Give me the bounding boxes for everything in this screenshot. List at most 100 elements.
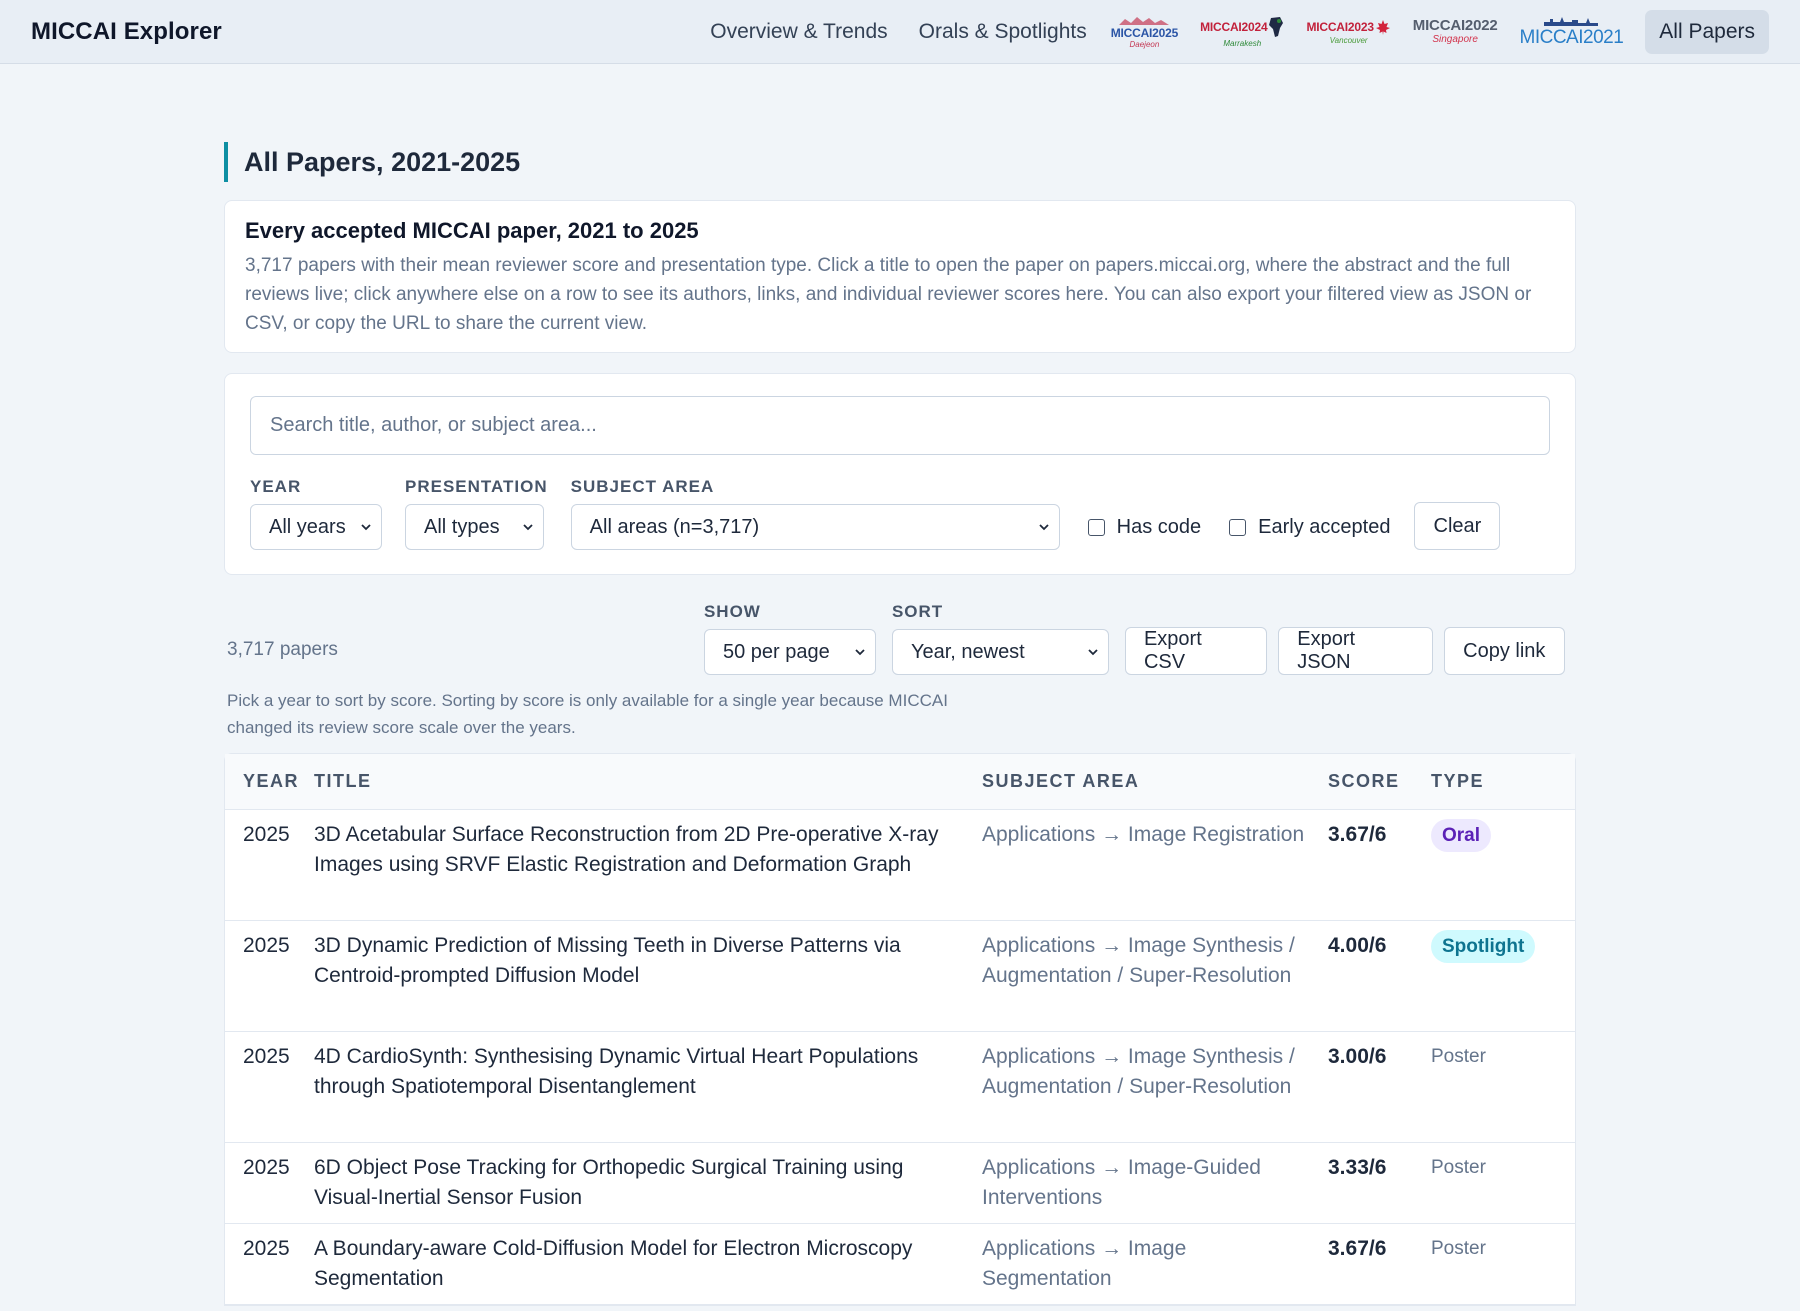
maple-leaf-icon <box>1375 19 1390 35</box>
row-score: 3.67/6 <box>1328 823 1387 846</box>
row-type-cell: Poster <box>1431 1042 1571 1142</box>
filter-row: YEAR All years PRESENTATION All types SU… <box>250 477 1550 550</box>
subject-select[interactable]: All areas (n=3,717) <box>570 504 1060 550</box>
paper-title-link[interactable]: 3D Dynamic Prediction of Missing Teeth i… <box>314 931 982 1031</box>
show-filter: SHOW 50 per page <box>703 602 876 675</box>
paper-title-link[interactable]: 4D CardioSynth: Synthesising Dynamic Vir… <box>314 1042 982 1142</box>
search-input[interactable] <box>250 396 1550 455</box>
col-score-header[interactable]: SCORE <box>1328 771 1431 792</box>
export-csv-button[interactable]: Export CSV <box>1124 627 1268 675</box>
col-subject-header[interactable]: SUBJECT AREA <box>982 771 1328 792</box>
row-score: 3.33/6 <box>1328 1156 1387 1179</box>
row-subject: Applications → Image-Guided Intervention… <box>982 1156 1261 1209</box>
row-year: 2025 <box>243 934 290 957</box>
row-type-cell: Poster <box>1431 1153 1571 1223</box>
logo-2022-text: MICCAI2022 <box>1412 17 1498 34</box>
clear-button[interactable]: Clear <box>1414 502 1501 550</box>
row-subject: Applications → Image Registration <box>982 823 1305 846</box>
presentation-filter-label: PRESENTATION <box>405 477 548 496</box>
sort-label: SORT <box>891 602 944 621</box>
table-header: YEAR TITLE SUBJECT AREA SCORE TYPE <box>225 754 1575 810</box>
year-filter-label: YEAR <box>250 477 302 496</box>
row-score: 4.00/6 <box>1328 934 1387 957</box>
table-row[interactable]: 2025 3D Acetabular Surface Reconstructio… <box>225 810 1575 921</box>
chevron-down-icon <box>855 649 865 656</box>
row-year: 2025 <box>243 823 290 846</box>
year-select[interactable]: All years <box>250 504 382 550</box>
miccai-2023-logo[interactable]: MICCAI2023 Vancouver <box>1306 9 1390 55</box>
row-type-cell: Poster <box>1431 1234 1571 1304</box>
row-type-cell: Spotlight <box>1431 930 1571 1031</box>
logo-2023-sub: Vancouver <box>1329 35 1368 45</box>
poster-label: Poster <box>1431 1238 1486 1259</box>
miccai-2024-logo[interactable]: MICCAI2024 Marrakesh <box>1200 9 1284 55</box>
early-accepted-checkbox[interactable]: Early accepted <box>1229 504 1390 550</box>
miccai-2025-logo[interactable]: MICCAI2025 Daejeon <box>1111 9 1178 55</box>
sort-value: Year, newest <box>910 640 1025 663</box>
subject-filter-label: SUBJECT AREA <box>570 477 715 496</box>
export-json-button[interactable]: Export JSON <box>1278 627 1433 675</box>
sort-note: Pick a year to sort by score. Sorting by… <box>227 691 948 737</box>
nav-links: Overview & Trends Orals & Spotlights MIC… <box>710 0 1769 63</box>
paper-title-link[interactable]: A Boundary-aware Cold-Diffusion Model fo… <box>314 1234 982 1304</box>
subject-select-value: All areas (n=3,717) <box>589 515 760 538</box>
miccai-2021-logo[interactable]: MICCAI2021 <box>1520 9 1624 55</box>
row-subject: Applications → Image Synthesis / Augment… <box>982 934 1295 987</box>
per-page-value: 50 per page <box>722 640 830 663</box>
paper-title-link[interactable]: 3D Acetabular Surface Reconstruction fro… <box>314 820 982 920</box>
nav-all-papers[interactable]: All Papers <box>1645 9 1769 54</box>
checkbox-box[interactable] <box>1087 518 1105 536</box>
presentation-select[interactable]: All types <box>405 504 544 550</box>
row-year: 2025 <box>243 1156 290 1179</box>
col-title-header[interactable]: TITLE <box>314 771 982 792</box>
year-filter: YEAR All years <box>250 477 382 550</box>
chevron-down-icon <box>1088 649 1098 656</box>
has-code-checkbox[interactable]: Has code <box>1087 504 1202 550</box>
sort-select[interactable]: Year, newest <box>891 629 1109 675</box>
logo-2025-sub: Daejeon <box>1129 39 1160 49</box>
sort-filter: SORT Year, newest <box>891 602 1109 675</box>
table-row[interactable]: 2025 6D Object Pose Tracking for Orthope… <box>225 1143 1575 1224</box>
logo-2021-text: MICCAI2021 <box>1519 27 1624 48</box>
africa-map-icon <box>1269 16 1284 37</box>
oral-badge: Oral <box>1431 819 1492 852</box>
intro-card: Every accepted MICCAI paper, 2021 to 202… <box>224 200 1576 353</box>
nav-orals-spotlights[interactable]: Orals & Spotlights <box>919 20 1087 44</box>
row-score: 3.67/6 <box>1328 1237 1387 1260</box>
chevron-down-icon <box>523 524 533 531</box>
row-score: 3.00/6 <box>1328 1045 1387 1068</box>
page-title: All Papers, 2021-2025 <box>224 142 1576 182</box>
per-page-select[interactable]: 50 per page <box>703 629 876 675</box>
intro-heading: Every accepted MICCAI paper, 2021 to 202… <box>245 218 699 243</box>
row-year: 2025 <box>243 1237 290 1260</box>
paper-title-link[interactable]: 6D Object Pose Tracking for Orthopedic S… <box>314 1153 982 1223</box>
chevron-down-icon <box>1039 524 1049 531</box>
results-count: 3,717 papers <box>227 639 338 660</box>
copy-link-button[interactable]: Copy link <box>1443 627 1565 675</box>
presentation-filter: PRESENTATION All types <box>405 477 548 550</box>
top-nav: MICCAI Explorer Overview & Trends Orals … <box>0 0 1800 64</box>
table-row[interactable]: 2025 A Boundary-aware Cold-Diffusion Mod… <box>225 1224 1575 1305</box>
skyline-icon <box>1119 16 1170 25</box>
nav-overview-trends[interactable]: Overview & Trends <box>710 20 887 44</box>
table-row[interactable]: 2025 3D Dynamic Prediction of Missing Te… <box>225 921 1575 1032</box>
row-year: 2025 <box>243 1045 290 1068</box>
row-subject: Applications → Image Segmentation <box>982 1237 1187 1290</box>
miccai-2022-logo[interactable]: MICCAI2022 Singapore <box>1413 9 1498 55</box>
presentation-select-value: All types <box>424 515 500 538</box>
poster-label: Poster <box>1431 1046 1486 1067</box>
year-select-value: All years <box>269 515 346 538</box>
subject-filter: SUBJECT AREA All areas (n=3,717) <box>570 477 1060 550</box>
col-year-header[interactable]: YEAR <box>225 771 314 792</box>
intro-text: 3,717 papers with their mean reviewer sc… <box>245 255 1532 334</box>
has-code-label: Has code <box>1116 515 1202 538</box>
main-content: All Papers, 2021-2025 Every accepted MIC… <box>224 64 1576 1306</box>
row-type-cell: Oral <box>1431 819 1571 920</box>
table-row[interactable]: 2025 4D CardioSynth: Synthesising Dynami… <box>225 1032 1575 1143</box>
col-type-header[interactable]: TYPE <box>1431 771 1571 792</box>
logo-2025-text: MICCAI2025 <box>1110 25 1179 40</box>
checkbox-box[interactable] <box>1229 518 1247 536</box>
early-accepted-label: Early accepted <box>1258 515 1391 538</box>
logo-2024-text: MICCAI2024 <box>1200 19 1268 34</box>
app-brand[interactable]: MICCAI Explorer <box>31 18 222 46</box>
